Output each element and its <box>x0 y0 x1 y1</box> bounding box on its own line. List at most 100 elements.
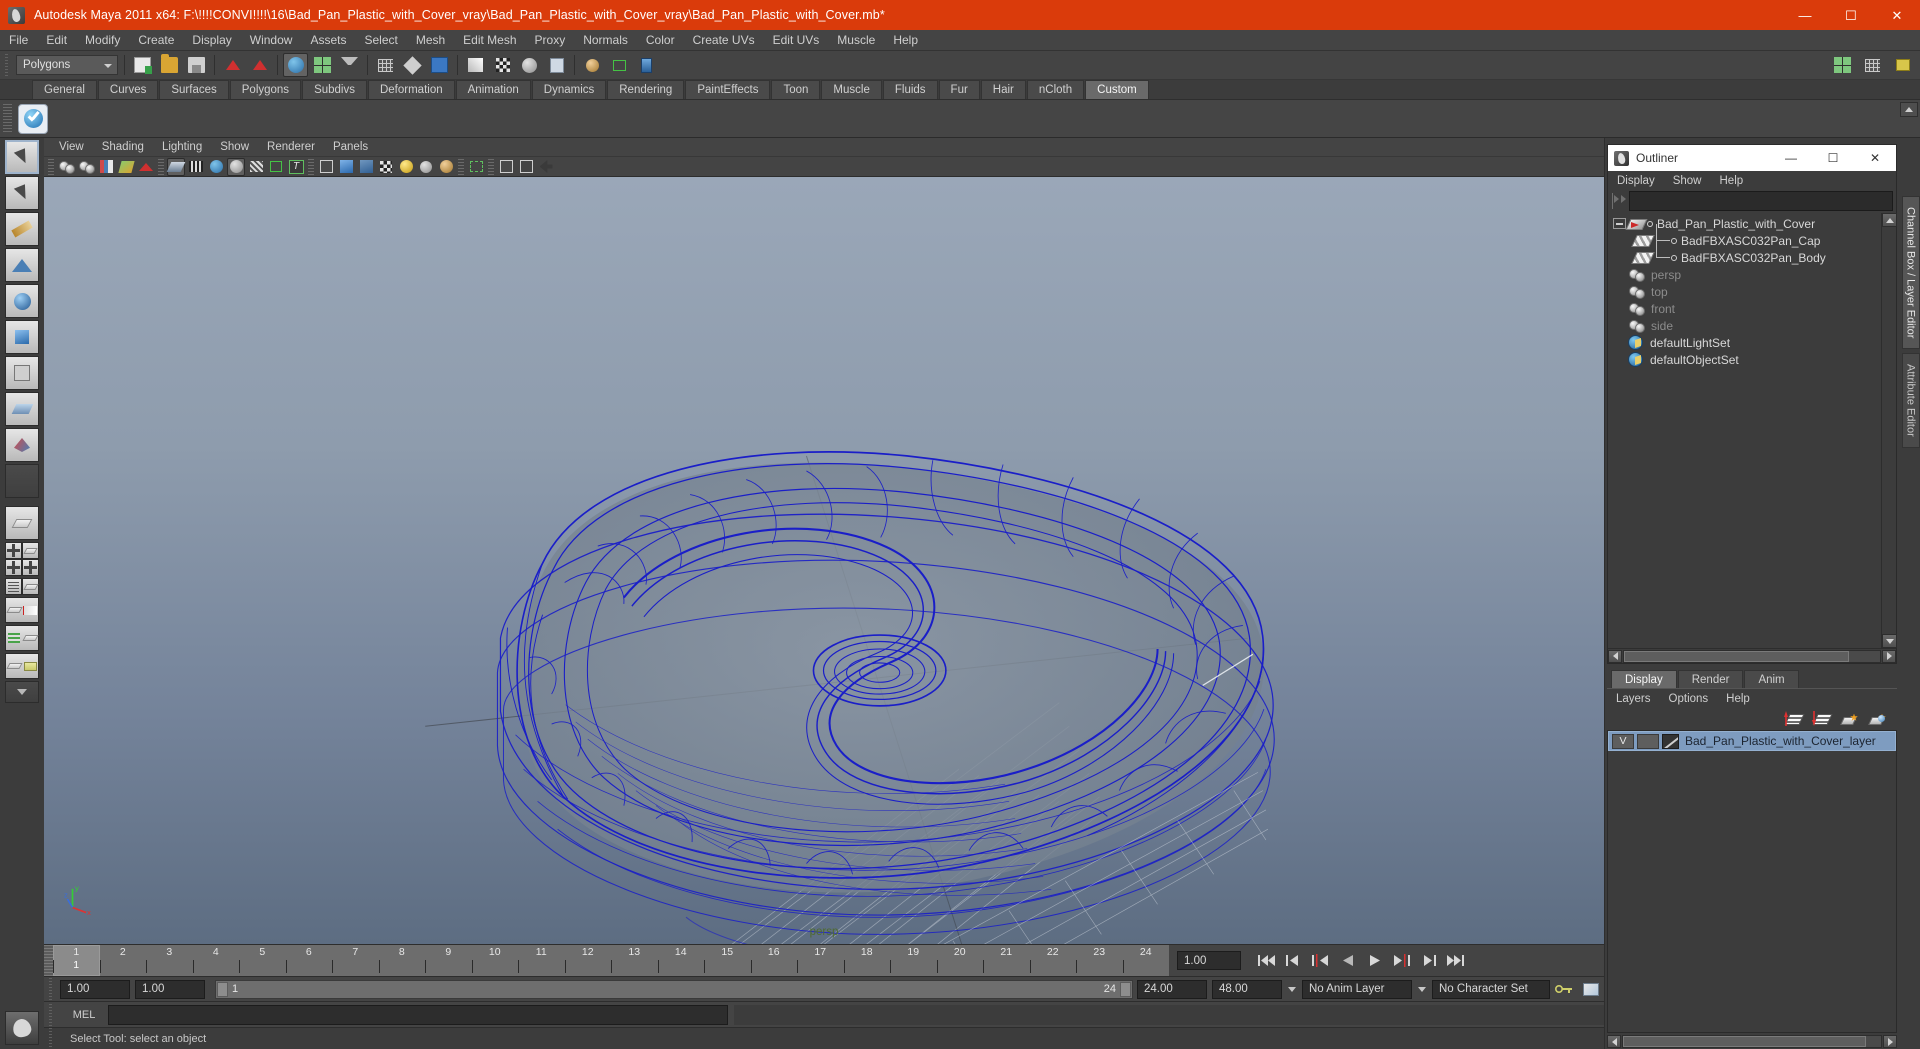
outliner-menu-help[interactable]: Help <box>1711 171 1753 191</box>
shaded-cube-button[interactable] <box>337 158 355 176</box>
outliner-item-badfbxasc032pan-body[interactable]: BadFBXASC032Pan_Body <box>1608 241 1881 266</box>
shelf-tab-hair[interactable]: Hair <box>980 80 1026 99</box>
time-slider-track[interactable]: 1 2 3 4 5 6 7 8 9 10 11 12 13 14 15 16 17 18 19 20 21 22 23 24 1 <box>53 945 1169 976</box>
divider-grip[interactable] <box>158 158 164 175</box>
step-back-frame-button[interactable] <box>1308 950 1333 971</box>
viewport-toolbar-grip[interactable] <box>48 158 54 175</box>
tab-anim-layers[interactable]: Anim <box>1744 670 1799 688</box>
shelf-tab-fluids[interactable]: Fluids <box>882 80 938 99</box>
shelf-grip[interactable] <box>3 103 12 134</box>
use-all-lights-button[interactable] <box>397 158 415 176</box>
bookmarks-button[interactable] <box>97 158 115 176</box>
share-view-button[interactable] <box>537 158 555 176</box>
command-language-label[interactable]: MEL <box>60 1009 108 1021</box>
scroll-down-button[interactable] <box>1882 634 1897 648</box>
twosided-lighting-button[interactable] <box>166 157 186 176</box>
show-hide-attribute-editor-button[interactable] <box>1860 53 1885 77</box>
current-time-field[interactable]: 1.00 <box>1177 951 1241 970</box>
wireframe-on-shaded-button[interactable] <box>247 158 265 176</box>
single-perspective-layout-button[interactable] <box>5 506 39 540</box>
save-scene-button[interactable] <box>184 53 209 77</box>
scroll-up-button[interactable] <box>1882 213 1897 227</box>
open-hypershade-button[interactable] <box>580 53 605 77</box>
close-button[interactable]: ✕ <box>1874 0 1920 30</box>
outliner-search-input[interactable] <box>1629 191 1893 211</box>
show-hide-tool-settings-button[interactable] <box>1890 53 1915 77</box>
move-tool-button[interactable] <box>5 248 39 282</box>
render-settings-button[interactable] <box>544 53 569 77</box>
outliner-item-persp[interactable]: persp <box>1608 266 1881 283</box>
animation-preferences-button[interactable] <box>1578 977 1603 1001</box>
go-to-end-button[interactable] <box>1443 950 1468 971</box>
divider-grip[interactable] <box>458 158 464 175</box>
lasso-tool-button[interactable] <box>5 176 39 210</box>
shelf-tab-general[interactable]: General <box>32 80 97 99</box>
viewport-menu-show[interactable]: Show <box>211 138 258 157</box>
open-outliner-button[interactable] <box>634 53 659 77</box>
menu-edit-uvs[interactable]: Edit UVs <box>764 30 829 51</box>
universal-manipulator-button[interactable] <box>5 356 39 390</box>
chevron-down-icon[interactable] <box>1288 986 1296 992</box>
layer-playback-toggle[interactable] <box>1637 733 1659 749</box>
range-right-handle[interactable] <box>1120 981 1131 997</box>
construction-history-button[interactable] <box>463 53 488 77</box>
viewport-menu-lighting[interactable]: Lighting <box>153 138 211 157</box>
outliner-item-bad-pan-plastic-with-cover[interactable]: Bad_Pan_Plastic_with_Cover <box>1608 215 1881 232</box>
layer-menu-layers[interactable]: Layers <box>1607 689 1660 709</box>
menu-color[interactable]: Color <box>637 30 684 51</box>
step-forward-frame-button[interactable] <box>1389 950 1414 971</box>
shelf-tab-polygons[interactable]: Polygons <box>229 80 302 99</box>
menu-file[interactable]: File <box>0 30 37 51</box>
step-forward-key-button[interactable] <box>1416 950 1441 971</box>
redo-button[interactable] <box>247 53 272 77</box>
layout-overflow-button[interactable] <box>5 681 39 703</box>
outliner-item-defaultobjectset[interactable]: defaultObjectSet <box>1608 351 1881 368</box>
shelf-tab-rendering[interactable]: Rendering <box>607 80 685 99</box>
show-manipulator-tool-button[interactable] <box>5 428 39 462</box>
create-empty-layer-button[interactable] <box>1839 710 1861 728</box>
statusline-grip[interactable] <box>5 54 13 76</box>
shelf-tab-subdivs[interactable]: Subdivs <box>302 80 367 99</box>
chevron-down-icon[interactable] <box>1418 986 1426 992</box>
layer-menu-options[interactable]: Options <box>1660 689 1718 709</box>
anim-end-time-field[interactable]: 48.00 <box>1212 979 1282 999</box>
outliner-menu-show[interactable]: Show <box>1664 171 1711 191</box>
shelf-tab-curves[interactable]: Curves <box>97 80 159 99</box>
create-layer-from-selected-button[interactable] <box>1867 710 1889 728</box>
persp-trax-layout-button[interactable] <box>5 653 39 679</box>
menu-display[interactable]: Display <box>183 30 240 51</box>
shelf-tab-toon[interactable]: Toon <box>771 80 821 99</box>
layer-color-swatch[interactable] <box>1662 733 1679 749</box>
play-backwards-button[interactable] <box>1335 950 1360 971</box>
play-forwards-button[interactable] <box>1362 950 1387 971</box>
layer-scroll-right-button[interactable] <box>1883 1035 1897 1048</box>
hscroll-thumb[interactable] <box>1624 650 1850 662</box>
menu-window[interactable]: Window <box>241 30 302 51</box>
render-current-frame-button[interactable] <box>490 53 515 77</box>
snap-to-points-button[interactable] <box>427 53 452 77</box>
auto-keyframe-button[interactable] <box>1551 977 1576 1001</box>
layer-hscroll-thumb[interactable] <box>1623 1036 1866 1047</box>
xray-joints-button[interactable] <box>357 158 375 176</box>
soft-modification-tool-button[interactable] <box>5 392 39 426</box>
layer-horizontal-scrollbar[interactable] <box>1607 1034 1897 1049</box>
hscroll-track[interactable] <box>1623 649 1881 663</box>
keyframe-camera-button[interactable] <box>137 158 155 176</box>
shelf-tab-dynamics[interactable]: Dynamics <box>531 80 607 99</box>
shelf-tab-muscle[interactable]: Muscle <box>821 80 882 99</box>
maximize-button[interactable]: ☐ <box>1828 0 1874 30</box>
layer-visibility-toggle[interactable]: V <box>1612 733 1634 749</box>
isolate-select-button[interactable] <box>467 158 485 176</box>
undo-button[interactable] <box>220 53 245 77</box>
two-panes-stacked-layout-button[interactable] <box>22 542 39 559</box>
anim-layer-selector[interactable]: No Anim Layer <box>1302 979 1412 999</box>
outliner-item-top[interactable]: top <box>1608 283 1881 300</box>
move-layer-up-button[interactable] <box>1783 710 1805 728</box>
character-set-selector[interactable]: No Character Set <box>1432 979 1550 999</box>
viewport-menu-renderer[interactable]: Renderer <box>258 138 324 157</box>
layer-scroll-left-button[interactable] <box>1607 1035 1621 1048</box>
shelf-tab-deformation[interactable]: Deformation <box>367 80 455 99</box>
outliner-persp-layout-button[interactable] <box>5 578 22 595</box>
outliner-expand-toggle[interactable] <box>1613 218 1626 229</box>
viewport-menu-view[interactable]: View <box>50 138 93 157</box>
